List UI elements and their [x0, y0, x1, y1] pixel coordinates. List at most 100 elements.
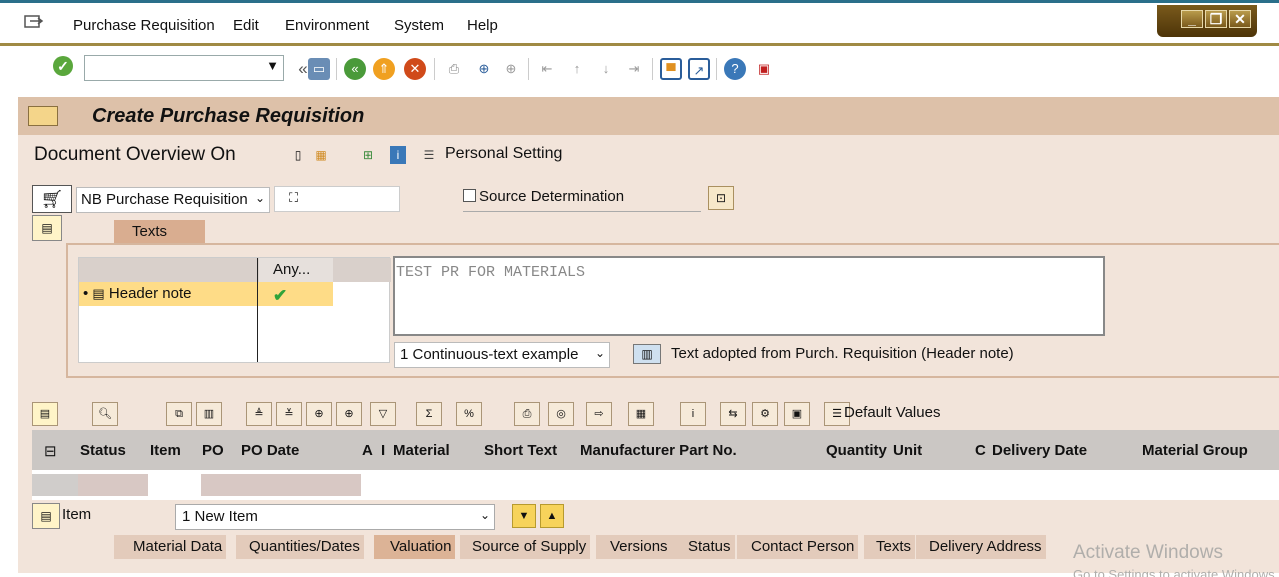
minimize-button[interactable]: _: [1181, 10, 1203, 28]
personal-setting-button[interactable]: Personal Setting: [445, 145, 562, 163]
text-format-select[interactable]: 1 Continuous-text example ⌄: [394, 342, 610, 368]
chevron-down-icon[interactable]: ▼: [266, 58, 279, 73]
delete-item-icon[interactable]: ▥: [196, 402, 222, 426]
tab-texts[interactable]: Texts: [864, 535, 916, 559]
document-overview-button[interactable]: Document Overview On: [34, 144, 236, 166]
account-assignment-icon[interactable]: ▣: [784, 402, 810, 426]
details-icon[interactable]: 🔍︎: [92, 402, 118, 426]
source-determination-checkbox[interactable]: Source Determination: [463, 188, 701, 212]
layout-icon[interactable]: ▦: [628, 402, 654, 426]
source-determination-icon[interactable]: ⊡: [708, 186, 734, 210]
copy-document-icon[interactable]: ▦: [313, 146, 329, 164]
default-values-button[interactable]: Default Values: [844, 404, 940, 421]
export-icon[interactable]: ⇨: [586, 402, 612, 426]
column-header-po-date[interactable]: PO Date: [241, 442, 299, 459]
column-header-i[interactable]: I: [381, 442, 385, 459]
restore-button[interactable]: ❐: [1205, 10, 1227, 28]
column-header-any[interactable]: Any...: [259, 258, 333, 282]
back-icon[interactable]: «: [344, 58, 366, 80]
text-row-header-note[interactable]: • ▤ Header note ✔: [79, 282, 333, 306]
copy-item-icon[interactable]: ⧉: [166, 402, 192, 426]
status-cell[interactable]: [78, 474, 148, 496]
next-page-icon[interactable]: ↓: [595, 58, 617, 80]
sum-icon[interactable]: Σ: [416, 402, 442, 426]
find-next-icon[interactable]: ⊕: [336, 402, 362, 426]
tab-material-data[interactable]: Material Data: [114, 535, 227, 559]
column-header-quantity[interactable]: Quantity: [826, 442, 887, 459]
exit-icon[interactable]: ⇑: [373, 58, 395, 80]
enter-icon[interactable]: ✓: [53, 56, 73, 76]
print-icon[interactable]: ⎙: [443, 58, 465, 80]
checkbox[interactable]: [463, 189, 476, 202]
shopping-cart-icon[interactable]: 🛒︎: [32, 185, 72, 213]
column-header-c[interactable]: C: [975, 442, 986, 459]
tab-texts[interactable]: Texts: [114, 220, 205, 244]
row-selector[interactable]: [32, 474, 78, 496]
tab-valuation[interactable]: Valuation: [374, 535, 456, 559]
column-header-material-group[interactable]: Material Group: [1142, 442, 1248, 459]
views-icon[interactable]: ◎: [548, 402, 574, 426]
table-row[interactable]: [32, 470, 1279, 500]
document-number-field[interactable]: ⛶: [274, 186, 400, 212]
close-button[interactable]: ✕: [1229, 10, 1251, 28]
transaction-menu-icon[interactable]: [28, 106, 58, 126]
previous-item-button[interactable]: ▲: [540, 504, 564, 528]
menu-edit[interactable]: Edit: [233, 17, 259, 34]
info-icon[interactable]: i: [680, 402, 706, 426]
item-select[interactable]: 1 New Item ⌄: [175, 504, 495, 530]
column-header-short-text[interactable]: Short Text: [484, 442, 557, 459]
configure-columns-icon[interactable]: ⊟: [44, 442, 57, 460]
tab-delivery-address[interactable]: Delivery Address: [916, 535, 1046, 559]
command-field[interactable]: ▼: [84, 55, 284, 81]
column-header-status[interactable]: Status: [80, 442, 126, 459]
last-page-icon[interactable]: ⇥: [623, 58, 645, 80]
where-used-icon[interactable]: ⇆: [720, 402, 746, 426]
text-editor[interactable]: TEST PR FOR MATERIALS: [393, 256, 1105, 336]
info-icon[interactable]: i: [390, 146, 406, 164]
print-icon[interactable]: ⎙: [514, 402, 540, 426]
personal-setting-icon[interactable]: ☰: [421, 146, 437, 164]
previous-page-icon[interactable]: ↑: [566, 58, 588, 80]
collapse-item-detail-button[interactable]: ▤: [32, 503, 60, 529]
layout-icon[interactable]: ▣: [753, 58, 775, 80]
next-item-button[interactable]: ▼: [512, 504, 536, 528]
tab-quantities-dates[interactable]: Quantities/Dates: [236, 535, 364, 559]
find-next-icon[interactable]: ⊕: [500, 58, 522, 80]
delete-text-icon[interactable]: ▥: [633, 344, 661, 364]
collapse-items-icon[interactable]: ▤: [32, 402, 58, 426]
column-header-unit[interactable]: Unit: [893, 442, 922, 459]
column-header-po[interactable]: PO: [202, 442, 224, 459]
assign-icon[interactable]: ⚙: [752, 402, 778, 426]
find-icon[interactable]: ⊕: [473, 58, 495, 80]
column-header-delivery-date[interactable]: Delivery Date: [992, 442, 1087, 459]
column-header-manufacturer-part-no[interactable]: Manufacturer Part No.: [580, 442, 737, 459]
system-menu-icon[interactable]: [24, 14, 44, 30]
find-icon[interactable]: ⊕: [306, 402, 332, 426]
new-session-icon[interactable]: ▀: [660, 58, 682, 80]
tab-versions[interactable]: Versions: [596, 535, 672, 559]
po-date-cell[interactable]: [201, 474, 361, 496]
create-document-icon[interactable]: ▯: [290, 146, 306, 164]
hold-icon[interactable]: ⊞: [360, 146, 376, 164]
tab-source-of-supply[interactable]: Source of Supply: [460, 535, 591, 559]
save-icon[interactable]: ▭: [308, 58, 330, 80]
menu-environment[interactable]: Environment: [285, 17, 369, 34]
column-header-item[interactable]: Item: [150, 442, 181, 459]
column-header-material[interactable]: Material: [393, 442, 450, 459]
column-header-a[interactable]: A: [362, 442, 373, 459]
first-page-icon[interactable]: ⇤: [536, 58, 558, 80]
tab-contact-person[interactable]: Contact Person: [737, 535, 859, 559]
sort-ascending-icon[interactable]: ≜: [246, 402, 272, 426]
tab-status[interactable]: Status: [672, 535, 735, 559]
cancel-icon[interactable]: ✕: [404, 58, 426, 80]
collapse-header-button[interactable]: ▤: [32, 215, 62, 241]
sort-descending-icon[interactable]: ≚: [276, 402, 302, 426]
menu-system[interactable]: System: [394, 17, 444, 34]
document-type-select[interactable]: NB Purchase Requisition ⌄: [76, 187, 270, 213]
subtotal-icon[interactable]: %: [456, 402, 482, 426]
help-icon[interactable]: ?: [724, 58, 746, 80]
shortcut-icon[interactable]: ↗: [688, 58, 710, 80]
menu-help[interactable]: Help: [467, 17, 498, 34]
filter-icon[interactable]: ▽: [370, 402, 396, 426]
menu-purchase-requisition[interactable]: Purchase Requisition: [73, 17, 215, 34]
